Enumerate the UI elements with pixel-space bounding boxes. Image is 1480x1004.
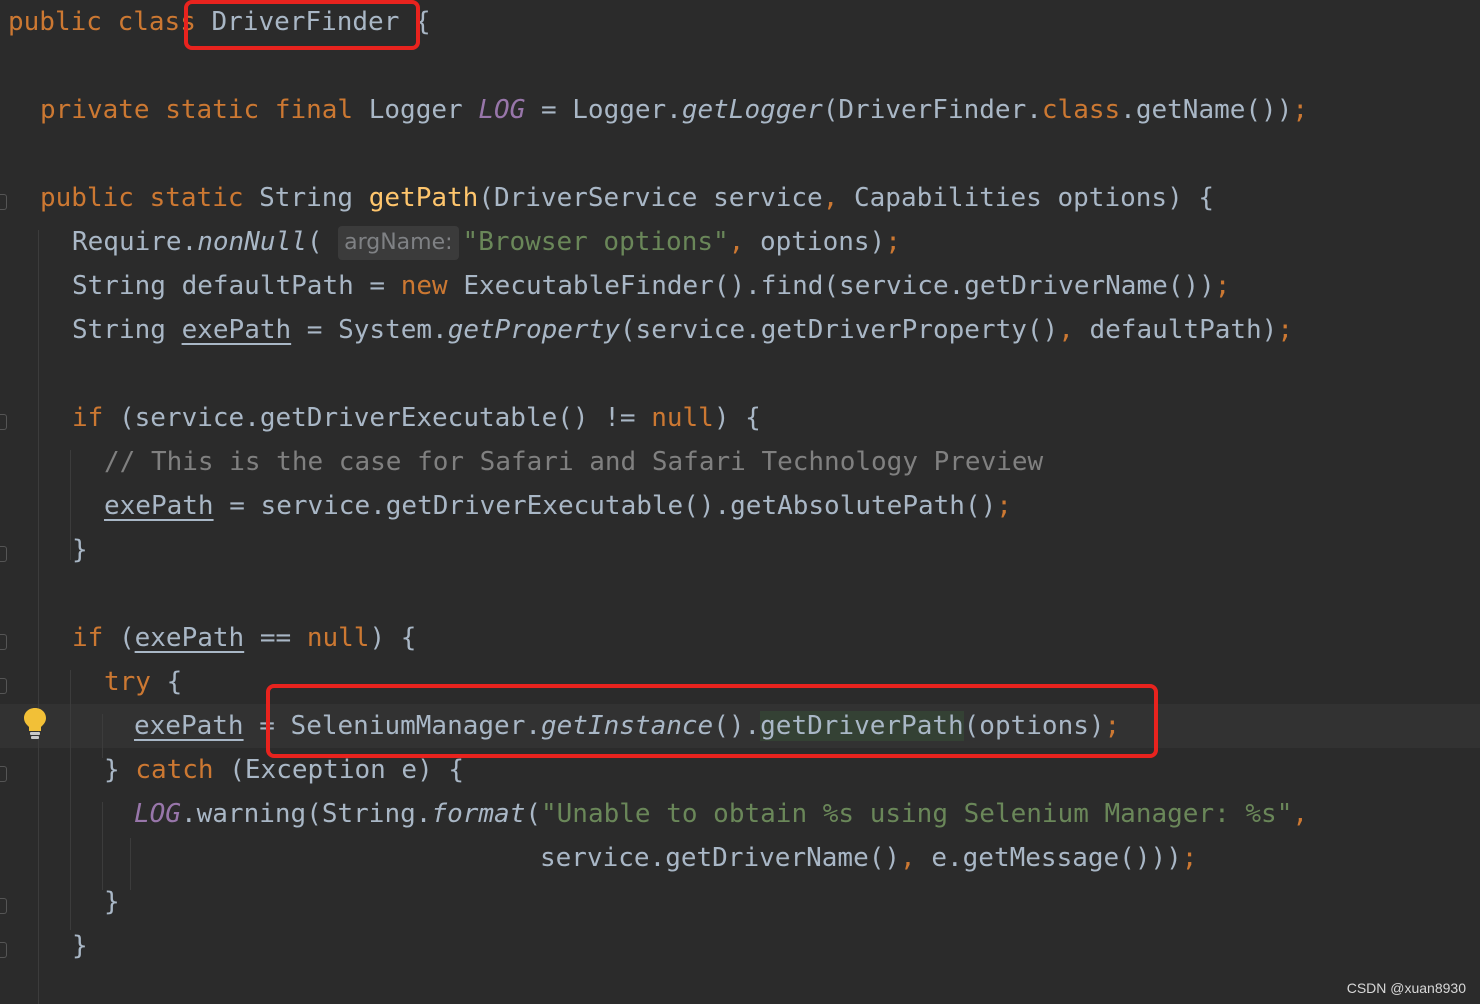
indent-guide <box>38 230 39 1004</box>
code-line-log-warning: LOG.warning(String.format("Unable to obt… <box>134 799 1309 829</box>
code-line-exe-path: String exePath = System.getProperty(serv… <box>72 315 1293 345</box>
code-line-if-executable: if (service.getDriverExecutable() != nul… <box>72 403 761 433</box>
code-line-require: Require.nonNull( argName: "Browser option… <box>72 220 901 264</box>
code-editor[interactable]: public class DriverFinder { private stat… <box>0 0 1480 1004</box>
parameter-hint: argName: <box>338 225 459 260</box>
code-line-close-brace: } <box>72 931 88 961</box>
code-line-close-brace: } <box>104 887 120 917</box>
code-line-try: try { <box>104 667 183 697</box>
code-line-logger: private static final Logger LOG = Logger… <box>40 95 1309 125</box>
code-line-method-decl: public static String getPath(DriverServi… <box>40 183 1215 213</box>
code-line-absolute-path: exePath = service.getDriverExecutable().… <box>104 491 1012 521</box>
fold-marker-icon[interactable] <box>0 634 7 650</box>
indent-guide <box>102 714 103 758</box>
watermark: CSDN @xuan8930 <box>1346 980 1466 996</box>
fold-marker-icon[interactable] <box>0 194 7 210</box>
indent-guide <box>130 838 131 890</box>
lightbulb-icon[interactable] <box>22 706 48 740</box>
indent-guide <box>102 802 103 890</box>
annotation-box-selenium-manager <box>266 684 1158 758</box>
indent-guide <box>70 450 71 560</box>
fold-marker-icon[interactable] <box>0 942 7 958</box>
code-line-comment: // This is the case for Safari and Safar… <box>104 447 1044 477</box>
fold-marker-icon[interactable] <box>0 678 7 694</box>
code-line-if-null: if (exePath == null) { <box>72 623 417 653</box>
code-line-default-path: String defaultPath = new ExecutableFinde… <box>72 271 1231 301</box>
fold-marker-icon[interactable] <box>0 546 7 562</box>
code-line-close-brace: } <box>72 535 88 565</box>
indent-guide <box>70 670 71 930</box>
fold-marker-icon[interactable] <box>0 414 7 430</box>
annotation-box-class-name <box>184 0 420 50</box>
fold-marker-icon[interactable] <box>0 898 7 914</box>
code-line-log-args: service.getDriverName(), e.getMessage())… <box>540 843 1198 873</box>
fold-marker-icon[interactable] <box>0 766 7 782</box>
